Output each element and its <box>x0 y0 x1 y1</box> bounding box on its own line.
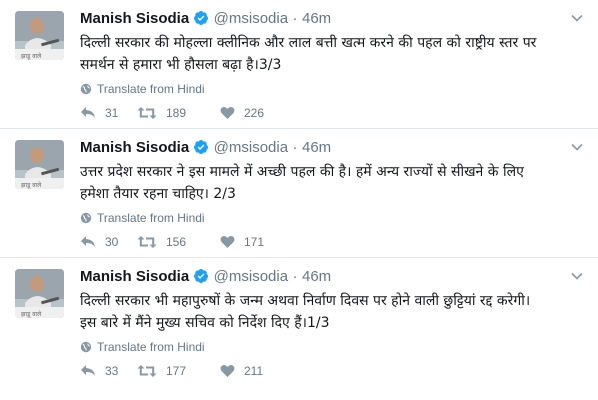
like-count: 171 <box>244 235 265 249</box>
author-name[interactable]: Manish Sisodia <box>80 268 189 285</box>
retweet-button[interactable]: 177 <box>137 364 186 380</box>
tweet-text-line: इस बारे में मैंने मुख्य सचिव को निर्देश … <box>80 315 330 331</box>
verified-badge-icon <box>194 11 209 25</box>
tweet-text-line: दिल्ली सरकार की मोहल्ला क्लीनिक और लाल ब… <box>80 35 537 51</box>
reply-button[interactable]: 33 <box>80 364 118 380</box>
translate-label: Translate from Hindi <box>97 82 205 96</box>
tweet-text: दिल्ली सरकार भी महापुरुषों के जन्म अथवा … <box>80 290 580 334</box>
avatar[interactable]: झाडू वाले <box>15 11 64 60</box>
author-handle[interactable]: @msisodia <box>214 139 288 156</box>
reply-button[interactable]: 31 <box>80 106 118 122</box>
retweet-count: 177 <box>166 364 187 378</box>
retweet-count: 156 <box>166 235 187 249</box>
reply-icon <box>81 365 95 376</box>
avatar[interactable]: झाडू वाले <box>15 269 64 318</box>
retweet-icon <box>137 365 157 377</box>
reply-button[interactable]: 30 <box>80 235 118 251</box>
chevron-down-icon[interactable] <box>570 140 584 154</box>
tweet-text: दिल्ली सरकार की मोहल्ला क्लीनिक और लाल ब… <box>80 32 580 76</box>
author-handle[interactable]: @msisodia <box>214 10 288 27</box>
globe-icon <box>80 341 92 353</box>
reply-icon <box>81 236 95 247</box>
tweet-actions: 31 189 226 <box>80 106 380 122</box>
tweet-text: उत्तर प्रदेश सरकार ने इस मामले में अच्छी… <box>80 161 580 205</box>
retweet-count: 189 <box>166 106 187 120</box>
tweet-header: Manish Sisodia @msisodia · 46m <box>80 10 558 28</box>
reply-icon <box>81 107 95 118</box>
like-count: 211 <box>244 364 264 378</box>
translate-label: Translate from Hindi <box>97 340 205 354</box>
reply-count: 31 <box>105 106 119 120</box>
reply-count: 33 <box>105 364 119 378</box>
like-icon <box>220 364 235 377</box>
svg-text:झाडू वाले: झाडू वाले <box>21 52 42 60</box>
author-handle[interactable]: @msisodia <box>214 268 288 285</box>
timestamp[interactable]: 46m <box>302 268 331 285</box>
translate-label: Translate from Hindi <box>97 211 205 225</box>
tweet-actions: 30 156 171 <box>80 235 380 251</box>
tweet-text-line: समर्थन से हमारा भी हौसला बढ़ा है।3/3 <box>80 57 282 73</box>
tweet-text-line: उत्तर प्रदेश सरकार ने इस मामले में अच्छी… <box>80 164 524 180</box>
like-button[interactable]: 171 <box>220 235 264 251</box>
svg-text:झाडू वाले: झाडू वाले <box>21 181 42 189</box>
globe-icon <box>80 83 92 95</box>
like-icon <box>220 235 235 248</box>
like-button[interactable]: 226 <box>220 106 264 122</box>
tweet[interactable]: झाडू वाले Manish Sisodia @msisodia · 46m… <box>0 129 598 258</box>
retweet-button[interactable]: 156 <box>137 235 186 251</box>
timeline: झाडू वाले Manish Sisodia @msisodia · 46m… <box>0 0 598 400</box>
avatar[interactable]: झाडू वाले <box>15 140 64 189</box>
translate-link[interactable]: Translate from Hindi <box>80 211 205 225</box>
tweet-text-line: हमेशा तैयार रहना चाहिए। 2/3 <box>80 186 236 202</box>
like-count: 226 <box>244 106 265 120</box>
retweet-icon <box>137 236 157 248</box>
author-name[interactable]: Manish Sisodia <box>80 139 189 156</box>
translate-link[interactable]: Translate from Hindi <box>80 82 205 96</box>
timestamp[interactable]: 46m <box>302 10 331 27</box>
tweet-actions: 33 177 211 <box>80 364 380 380</box>
verified-badge-icon <box>194 269 209 283</box>
timestamp[interactable]: 46m <box>302 139 331 156</box>
chevron-down-icon[interactable] <box>570 269 584 283</box>
tweet[interactable]: झाडू वाले Manish Sisodia @msisodia · 46m… <box>0 0 598 129</box>
separator-dot: · <box>292 139 298 156</box>
retweet-icon <box>137 107 157 119</box>
chevron-down-icon[interactable] <box>570 11 584 25</box>
tweet-header: Manish Sisodia @msisodia · 46m <box>80 139 558 157</box>
svg-text:झाडू वाले: झाडू वाले <box>21 310 42 318</box>
like-button[interactable]: 211 <box>220 364 263 380</box>
author-name[interactable]: Manish Sisodia <box>80 10 189 27</box>
translate-link[interactable]: Translate from Hindi <box>80 340 205 354</box>
reply-count: 30 <box>105 235 119 249</box>
tweet-text-line: दिल्ली सरकार भी महापुरुषों के जन्म अथवा … <box>80 293 531 309</box>
tweet-header: Manish Sisodia @msisodia · 46m <box>80 268 558 286</box>
tweet[interactable]: झाडू वाले Manish Sisodia @msisodia · 46m… <box>0 258 598 400</box>
separator-dot: · <box>292 268 298 285</box>
verified-badge-icon <box>194 140 209 154</box>
retweet-button[interactable]: 189 <box>137 106 186 122</box>
globe-icon <box>80 212 92 224</box>
separator-dot: · <box>292 10 298 27</box>
like-icon <box>220 106 235 119</box>
